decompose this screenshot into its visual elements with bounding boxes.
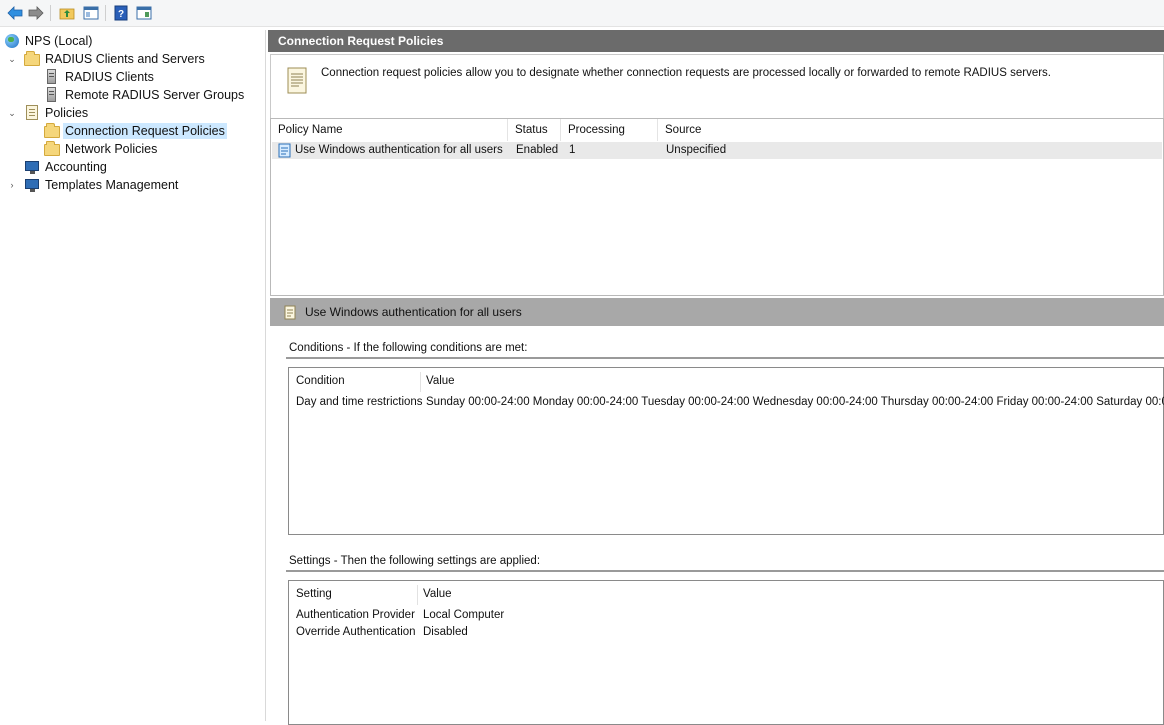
templates-icon <box>24 177 40 193</box>
tree-item-nps-local[interactable]: NPS (Local) <box>4 32 92 50</box>
column-header-processing-order[interactable]: Processing Order <box>561 119 658 158</box>
policy-source-cell: Unspecified <box>666 144 727 156</box>
folder-icon <box>44 141 60 157</box>
tree-item-connection-request-policies[interactable]: Connection Request Policies <box>44 122 227 140</box>
tree-item-radius-clients[interactable]: RADIUS Clients <box>44 68 154 86</box>
tree-item-accounting[interactable]: Accounting <box>24 158 107 176</box>
policy-list[interactable]: Policy Name Status Processing Order Sour… <box>270 118 1164 296</box>
selected-policy-title: Use Windows authentication for all users <box>305 305 522 319</box>
setting-name-cell: Override Authentication <box>296 626 416 638</box>
policy-description: Connection request policies allow you to… <box>321 67 1051 79</box>
table-row[interactable]: Use Windows authentication for all users… <box>272 142 1162 159</box>
conditions-grid[interactable]: Condition Value Day and time restriction… <box>288 367 1164 535</box>
policy-icon <box>278 143 291 158</box>
policy-order-cell: 1 <box>569 144 576 156</box>
document-icon <box>287 67 307 94</box>
up-folder-icon[interactable] <box>58 4 76 22</box>
setting-value-cell: Local Computer <box>423 609 505 621</box>
accounting-icon <box>24 159 40 175</box>
chevron-down-icon[interactable]: ⌄ <box>6 54 18 65</box>
column-header-condition[interactable]: Condition <box>296 375 345 387</box>
policy-status-cell: Enabled <box>516 144 559 156</box>
tree-item-remote-radius-server-groups[interactable]: Remote RADIUS Server Groups <box>44 86 244 104</box>
chevron-down-icon[interactable]: ⌄ <box>6 108 18 119</box>
folder-icon <box>24 51 40 67</box>
open-folder-icon <box>44 123 60 139</box>
tree-item-templates-management[interactable]: › Templates Management <box>6 176 178 194</box>
console-tree: NPS (Local) ⌄ RADIUS Clients and Servers… <box>0 30 266 721</box>
column-header-policy-name[interactable]: Policy Name <box>271 119 508 141</box>
show-hide-action-pane-icon[interactable] <box>135 4 153 22</box>
tree-item-policies[interactable]: ⌄ Policies <box>6 104 88 122</box>
tree-item-radius-clients-servers[interactable]: ⌄ RADIUS Clients and Servers <box>6 50 205 68</box>
selected-policy-header: Use Windows authentication for all users <box>270 298 1164 326</box>
policy-name-cell: Use Windows authentication for all users <box>295 144 503 156</box>
conditions-title: Conditions - If the following conditions… <box>289 342 528 354</box>
settings-grid[interactable]: Setting Value Authentication Provider Lo… <box>288 580 1164 725</box>
conditions-divider <box>286 357 1164 359</box>
show-hide-console-tree-icon[interactable] <box>82 4 100 22</box>
server-icon <box>44 69 60 85</box>
condition-name-cell: Day and time restrictions <box>296 396 423 408</box>
chevron-right-icon[interactable]: › <box>6 180 18 190</box>
column-header-status[interactable]: Status <box>508 119 561 141</box>
document-icon <box>284 305 296 319</box>
condition-value-cell: Sunday 00:00-24:00 Monday 00:00-24:00 Tu… <box>426 396 1164 408</box>
details-pane: Connection Request Policies Connection r… <box>268 30 1164 725</box>
tree-item-network-policies[interactable]: Network Policies <box>44 140 157 158</box>
server-group-icon <box>44 87 60 103</box>
globe-icon <box>4 33 20 49</box>
setting-name-cell: Authentication Provider <box>296 609 415 621</box>
column-header-source[interactable]: Source <box>658 119 858 141</box>
column-header-setting[interactable]: Setting <box>296 588 332 600</box>
column-header-value[interactable]: Value <box>423 588 452 600</box>
toolbar: ? <box>0 0 1164 27</box>
settings-title: Settings - Then the following settings a… <box>289 555 541 567</box>
column-header-value[interactable]: Value <box>426 375 455 387</box>
back-arrow-icon[interactable] <box>6 4 24 22</box>
setting-value-cell: Disabled <box>423 626 468 638</box>
policy-document-icon <box>24 105 40 121</box>
forward-arrow-icon[interactable] <box>27 4 45 22</box>
pane-title: Connection Request Policies <box>268 30 1164 52</box>
help-icon[interactable]: ? <box>112 4 130 22</box>
svg-text:?: ? <box>118 9 124 20</box>
settings-divider <box>286 570 1164 572</box>
